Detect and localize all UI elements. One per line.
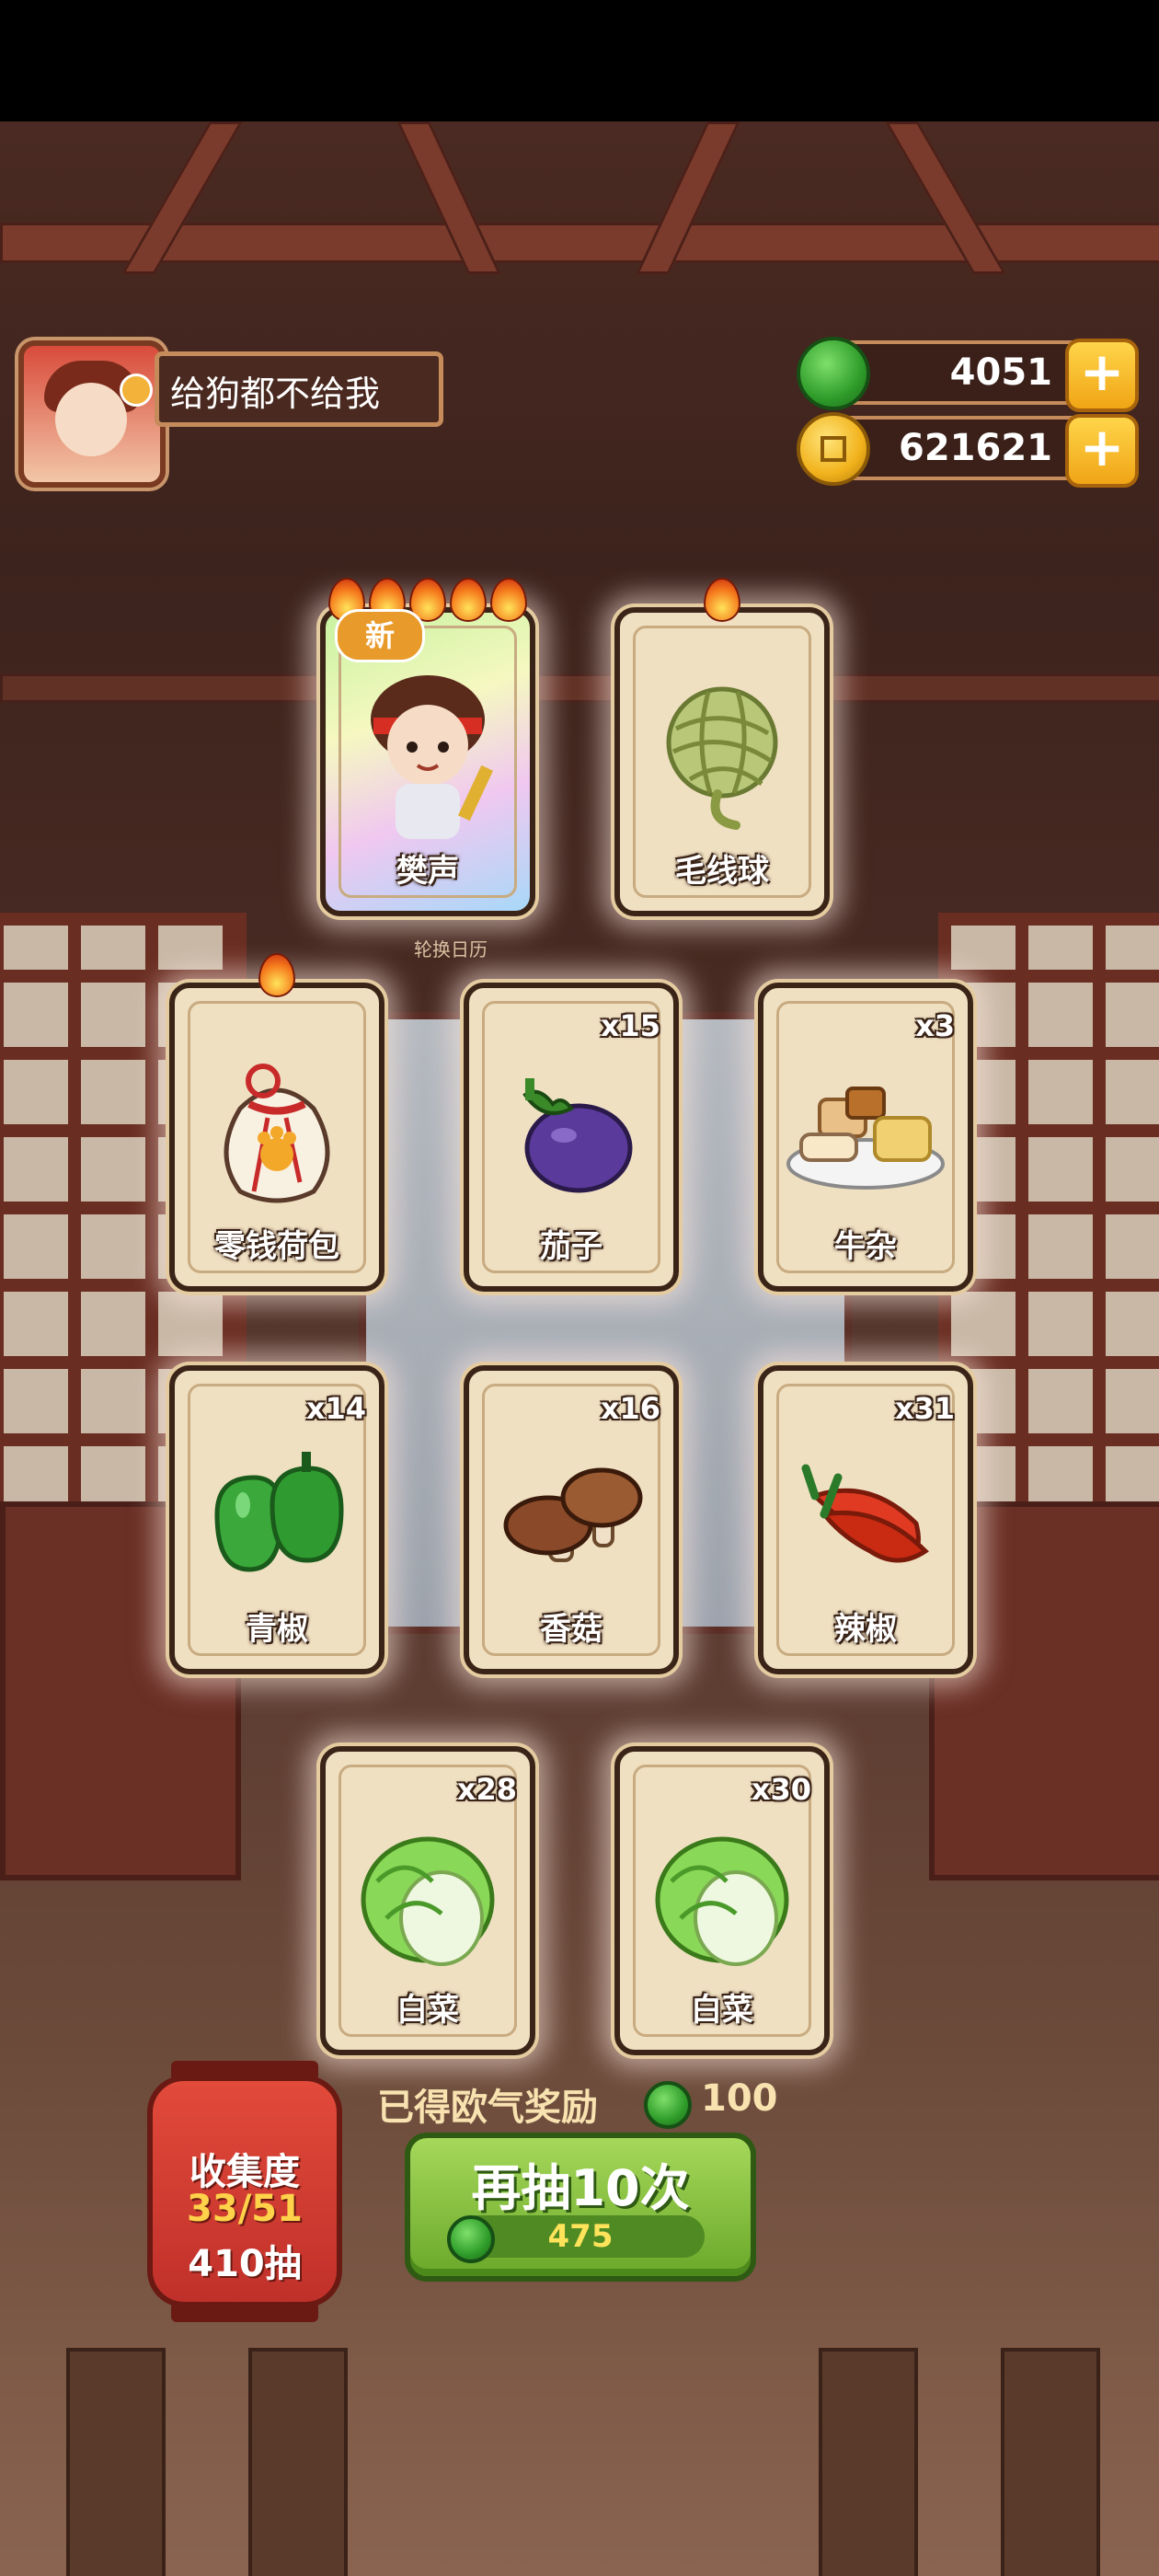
coin-amount: 621621 (899, 427, 1052, 469)
coin-pouch-icon (224, 1063, 330, 1203)
card-count: x15 (600, 1008, 660, 1043)
status-bar (0, 0, 1159, 121)
lantern-base (171, 2302, 318, 2322)
card-name: 白菜 (396, 1992, 459, 2029)
card-name: 白菜 (691, 1992, 753, 2029)
floor-post (1001, 2348, 1100, 2576)
coin-currency: 621621 + (797, 412, 1139, 488)
card-name: 樊声 (396, 853, 459, 890)
floor-post (248, 2348, 348, 2576)
card-name: 零钱荷包 (214, 1228, 339, 1265)
rarity-flames (175, 953, 379, 997)
reward-card-chili[interactable]: x31 辣椒 (758, 1365, 973, 1674)
beef-offal-icon (786, 1086, 945, 1190)
draw-cost-amount: 475 (547, 2218, 614, 2255)
card-name: 毛线球 (675, 853, 769, 890)
jade-icon (797, 337, 870, 410)
floor-post (66, 2348, 166, 2576)
green-pepper-icon (214, 1451, 344, 1572)
game-screen: { "player": {"name": "给狗都不给我"}, "currenc… (0, 0, 1159, 2576)
lantern-cap (171, 2061, 318, 2081)
card-name: 牛杂 (834, 1228, 897, 1265)
card-count: x28 (456, 1772, 517, 1807)
cabbage-icon (655, 1836, 789, 1966)
collection-progress: 33/51 (187, 2188, 303, 2230)
card-name: 辣椒 (834, 1611, 897, 1648)
rotate-calendar-label: 轮换日历 (414, 938, 488, 960)
flame-icon (704, 578, 740, 622)
card-count: x16 (600, 1391, 660, 1426)
reward-card-cabbage[interactable]: x30 白菜 (614, 1746, 830, 2055)
reward-card-cabbage[interactable]: x28 白菜 (320, 1746, 535, 2055)
draw-ten-button[interactable]: 再抽10次 475 (405, 2133, 756, 2282)
card-count: x31 (894, 1391, 955, 1426)
jade-icon (447, 2215, 495, 2263)
card-count: x30 (751, 1772, 811, 1807)
card-count: x14 (305, 1391, 366, 1426)
reward-card-fansheng[interactable]: 新 樊声 (320, 578, 535, 916)
chili-icon (801, 1464, 929, 1562)
add-jade-button[interactable]: + (1065, 339, 1139, 412)
new-badge: 新 (335, 609, 425, 662)
avatar-badge-icon (120, 374, 153, 407)
draw-cost: 475 (447, 2215, 705, 2263)
card-name: 茄子 (540, 1228, 602, 1265)
luck-reward-amount: 100 (701, 2077, 778, 2120)
card-count: x3 (915, 1008, 955, 1043)
rarity-flames (620, 578, 824, 622)
add-coin-button[interactable]: + (1065, 414, 1139, 488)
flame-icon (450, 578, 487, 622)
coin-icon (797, 412, 870, 486)
player-name: 给狗都不给我 (155, 351, 443, 427)
jade-amount: 4051 (949, 351, 1052, 394)
jade-currency: 4051 + (797, 337, 1139, 412)
jade-icon (644, 2081, 692, 2129)
reward-card-beef-offal[interactable]: x3 牛杂 (758, 983, 973, 1292)
floor-post (819, 2348, 918, 2576)
collection-draws: 410抽 (188, 2243, 302, 2285)
reward-card-eggplant[interactable]: x15 茄子 (464, 983, 679, 1292)
luck-reward-label: 已得欧气奖励 (377, 2087, 598, 2129)
reward-card-mushroom[interactable]: x16 香菇 (464, 1365, 679, 1674)
avatar-face (55, 383, 127, 456)
reward-card-green-pepper[interactable]: x14 青椒 (169, 1365, 384, 1674)
eggplant-icon (522, 1077, 633, 1193)
card-name: 香菇 (540, 1611, 602, 1648)
wall-beam (0, 673, 1159, 703)
luck-reward: 已得欧气奖励 100 (377, 2077, 778, 2129)
yarn-ball-icon (666, 686, 778, 830)
flame-icon (258, 953, 295, 997)
player-avatar[interactable] (18, 340, 166, 488)
reward-card-coin-pouch[interactable]: 零钱荷包 (169, 953, 384, 1292)
flame-icon (490, 578, 527, 622)
reward-card-yarn[interactable]: 毛线球 (614, 578, 830, 916)
character-fansheng-icon (371, 674, 494, 839)
collection-lantern[interactable]: 收集度 33/51 410抽 (147, 2061, 342, 2322)
mushroom-icon (503, 1467, 643, 1562)
cabbage-icon (361, 1836, 495, 1966)
card-name: 青椒 (246, 1611, 308, 1648)
draw-ten-label: 再抽10次 (471, 2159, 690, 2217)
